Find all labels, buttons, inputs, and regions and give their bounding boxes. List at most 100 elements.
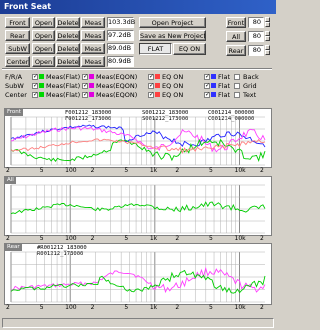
legend-row-label: F/R/A [5, 73, 23, 81]
axis-tick-label: 5 [39, 235, 44, 242]
axis-tick-label: 100 [65, 167, 77, 174]
level-rear-value[interactable]: 80 [248, 45, 264, 56]
axis-tick-label: 100 [65, 235, 77, 242]
axis-tick-label: 5 [209, 235, 213, 242]
meas-button[interactable]: Meas [81, 17, 105, 28]
meas-button[interactable]: Meas [81, 56, 105, 67]
delete-button[interactable]: Delete [56, 17, 80, 28]
axis-tick-label: 5 [39, 167, 44, 174]
level-spinner[interactable] [265, 17, 270, 27]
legend-checkbox[interactable]: ✓ [32, 83, 38, 89]
axis-tick-label: 5 [39, 304, 44, 311]
axis-tick-label: 100 [65, 304, 77, 311]
legend-checkbox[interactable]: ✓ [32, 92, 38, 98]
axis-tick-label: 2 [260, 167, 264, 174]
level-front-value[interactable]: 80 [248, 17, 264, 28]
channel-button-rear[interactable]: Rear [5, 30, 30, 41]
open-button[interactable]: Open [32, 17, 55, 28]
legend-checkbox[interactable]: ✓ [32, 74, 38, 80]
legend-row-label: Center [5, 91, 27, 99]
level-front-button[interactable]: Front [226, 17, 246, 28]
axis-tick-label: 1k [149, 235, 158, 242]
legend-color-swatch [155, 83, 160, 88]
legend-col-label: Flat [218, 82, 231, 90]
legend-checkbox[interactable]: ✓ [204, 92, 210, 98]
channel-button-front[interactable]: Front [5, 17, 30, 28]
legend-color-swatch [211, 92, 216, 97]
legend-extra-checkbox[interactable] [234, 74, 240, 80]
legend-col-label: Meas(Flat) [46, 82, 81, 90]
axis-tick-label: 5 [209, 167, 213, 174]
delete-button[interactable]: Delete [56, 56, 80, 67]
legend-checkbox[interactable]: ✓ [148, 92, 154, 98]
legend-col-label: Meas(EQON) [96, 82, 138, 90]
legend-checkbox[interactable]: ✓ [82, 92, 88, 98]
front-curve-pink [10, 126, 266, 153]
legend-col-label: Flat [218, 73, 231, 81]
axis-tick-label: 1k [149, 304, 158, 311]
legend-checkbox[interactable]: ✓ [148, 83, 154, 89]
level-spinner[interactable] [265, 31, 270, 41]
legend-color-swatch [89, 74, 94, 79]
legend-color-swatch [155, 92, 160, 97]
legend-color-swatch [89, 83, 94, 88]
axis-tick-label: 2 [6, 235, 10, 242]
level-readout: 103.3dB [107, 17, 136, 28]
legend-checkbox[interactable]: ✓ [148, 74, 154, 80]
delete-button[interactable]: Delete [56, 43, 80, 54]
legend-extra-label: Back [243, 73, 259, 81]
level-rear-button[interactable]: Rear [226, 45, 246, 56]
delete-button[interactable]: Delete [56, 30, 80, 41]
legend-col-label: EQ ON [162, 82, 184, 90]
level-all-button[interactable]: All [226, 31, 246, 42]
legend-extra-label: Text [243, 91, 257, 99]
legend-extra-checkbox[interactable] [234, 92, 240, 98]
axis-tick-label: 10k [234, 235, 246, 242]
open-button[interactable]: Open [32, 30, 55, 41]
legend-col-label: Meas(EQON) [96, 73, 138, 81]
level-spinner[interactable] [265, 45, 270, 55]
legend-row-label: SubW [5, 82, 24, 90]
front-response-plot [10, 116, 266, 166]
axis-tick-label: 2 [175, 167, 180, 174]
all-response-plot [10, 184, 266, 234]
all-curve-green [10, 201, 266, 215]
level-all-value[interactable]: 80 [248, 31, 264, 42]
legend-col-label: Flat [218, 91, 231, 99]
axis-tick-label: 2 [90, 235, 95, 242]
save-as-new-project-button[interactable]: Save as New Project [139, 30, 206, 41]
legend-checkbox[interactable]: ✓ [204, 74, 210, 80]
meas-button[interactable]: Meas [81, 30, 105, 41]
axis-tick-label: 5 [124, 304, 129, 311]
axis-tick-label: 2 [6, 167, 10, 174]
axis-tick-label: 2 [90, 304, 95, 311]
graph-all: All [4, 176, 272, 236]
legend-color-swatch [39, 92, 44, 97]
legend-checkbox[interactable]: ✓ [204, 83, 210, 89]
axis-tick-label: 2 [260, 235, 264, 242]
legend-color-swatch [155, 74, 160, 79]
axis-tick-label: 10k [234, 304, 246, 311]
flat-button[interactable]: FLAT [139, 43, 172, 55]
axis-tick-label: 2 [260, 304, 264, 311]
axis-tick-label: 2 [6, 304, 10, 311]
axis-tick-label: 2 [90, 167, 95, 174]
channel-button-center[interactable]: Center [5, 56, 30, 67]
axis-tick-label: 5 [124, 235, 129, 242]
open-button[interactable]: Open [32, 56, 55, 67]
legend-checkbox[interactable]: ✓ [82, 83, 88, 89]
channel-button-subw[interactable]: SubW [5, 43, 30, 54]
open-project-button[interactable]: Open Project [139, 17, 206, 28]
meas-button[interactable]: Meas [81, 43, 105, 54]
legend-extra-label: Grid [243, 82, 257, 90]
axis-tick-label: 2 [175, 235, 180, 242]
status-bar [2, 318, 274, 328]
legend-extra-checkbox[interactable] [234, 83, 240, 89]
legend-color-swatch [39, 74, 44, 79]
legend-checkbox[interactable]: ✓ [82, 74, 88, 80]
open-button[interactable]: Open [32, 43, 55, 54]
legend-col-label: Meas(Flat) [46, 91, 81, 99]
level-readout: 97.2dB [107, 30, 134, 41]
eq-on-button[interactable]: EQ ON [173, 43, 206, 55]
legend-col-label: Meas(EQON) [96, 91, 138, 99]
